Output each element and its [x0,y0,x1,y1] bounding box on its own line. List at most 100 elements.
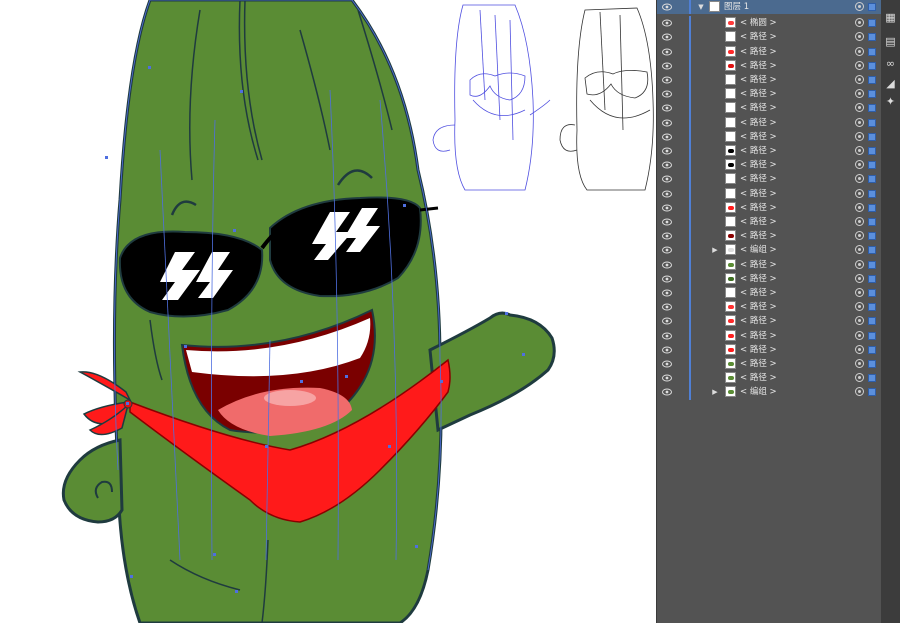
target-circle-icon[interactable] [855,231,864,241]
selection-indicator[interactable] [868,317,876,326]
magic-wand-icon[interactable]: ✦ [883,94,898,109]
layer-row[interactable]: < 路径 > [657,257,882,272]
selection-indicator[interactable] [868,388,876,397]
layer-row[interactable]: < 路径 > [657,144,882,159]
layer-row[interactable]: < 路径 > [657,158,882,173]
selection-indicator[interactable] [868,175,876,184]
visibility-eye-icon[interactable] [662,104,672,112]
target-circle-icon[interactable] [855,217,864,226]
layers-icon[interactable]: ▤ [883,34,898,49]
selection-indicator[interactable] [868,118,876,127]
selection-indicator[interactable] [868,289,876,297]
target-circle-icon[interactable] [855,344,864,354]
layer-row[interactable]: < 路径 > [657,314,882,329]
visibility-eye-icon[interactable] [662,3,672,11]
selection-indicator[interactable] [868,90,876,99]
visibility-eye-icon[interactable] [662,232,672,240]
target-circle-icon[interactable] [855,245,864,255]
visibility-eye-icon[interactable] [662,346,672,354]
selection-indicator[interactable] [868,104,876,113]
target-circle-icon[interactable] [855,75,864,84]
visibility-eye-icon[interactable] [662,374,672,382]
layer-row-root[interactable]: ▼ 图层 1 [657,0,882,15]
layer-row[interactable]: < 路径 > [657,44,882,59]
target-circle-icon[interactable] [855,60,864,70]
visibility-eye-icon[interactable] [662,76,672,84]
left-arm[interactable] [61,438,124,524]
selection-indicator[interactable] [868,19,876,28]
target-circle-icon[interactable] [855,359,864,368]
layer-row[interactable]: < 路径 > [657,328,882,343]
visibility-eye-icon[interactable] [662,204,672,212]
layer-row[interactable]: < 路径 > [657,129,882,144]
layer-row[interactable]: < 路径 > [657,286,882,301]
target-circle-icon[interactable] [855,387,864,397]
target-circle-icon[interactable] [855,202,864,212]
selection-indicator[interactable] [868,61,876,70]
selection-indicator[interactable] [868,360,876,368]
visibility-eye-icon[interactable] [662,246,672,254]
selection-indicator[interactable] [868,76,876,84]
selection-indicator[interactable] [868,203,876,212]
target-circle-icon[interactable] [855,103,864,113]
selection-indicator[interactable] [868,33,876,42]
target-circle-icon[interactable] [855,288,864,297]
visibility-eye-icon[interactable] [662,303,672,311]
layer-row[interactable]: < 路径 > [657,300,882,315]
cube-icon[interactable]: ▦ [883,10,898,25]
selection-indicator[interactable] [868,161,876,170]
target-circle-icon[interactable] [855,117,864,127]
target-circle-icon[interactable] [855,188,864,198]
layer-row[interactable]: ▶ < 编组 > [657,385,882,400]
visibility-eye-icon[interactable] [662,317,672,325]
visibility-eye-icon[interactable] [662,218,672,226]
layer-row[interactable]: < 路径 > [657,115,882,130]
visibility-eye-icon[interactable] [662,175,672,183]
target-circle-icon[interactable] [855,330,864,340]
target-circle-icon[interactable] [855,160,864,170]
layer-row[interactable]: < 路径 > [657,101,882,116]
target-circle-icon[interactable] [855,89,864,99]
visibility-eye-icon[interactable] [662,133,672,141]
target-circle-icon[interactable] [855,316,864,326]
selection-indicator[interactable] [868,147,876,155]
layer-row[interactable]: < 路径 > [657,342,882,357]
visibility-eye-icon[interactable] [662,147,672,155]
selection-indicator[interactable] [868,260,876,269]
selection-indicator[interactable] [868,246,876,255]
chevron-down-icon[interactable]: ▼ [697,3,705,11]
visibility-eye-icon[interactable] [662,62,672,70]
selection-indicator[interactable] [868,218,876,226]
visibility-eye-icon[interactable] [662,388,672,396]
layer-row[interactable]: < 路径 > [657,215,882,230]
visibility-eye-icon[interactable] [662,90,672,98]
selection-indicator[interactable] [868,345,876,354]
visibility-eye-icon[interactable] [662,119,672,127]
visibility-eye-icon[interactable] [662,161,672,169]
target-circle-icon[interactable] [855,2,864,11]
visibility-eye-icon[interactable] [662,190,672,198]
selection-indicator[interactable] [868,331,876,340]
visibility-eye-icon[interactable] [662,33,672,41]
target-circle-icon[interactable] [855,131,864,141]
target-circle-icon[interactable] [855,273,864,283]
layers-panel[interactable]: ▼ 图层 1 < 椭圆 > < 路径 > < 路径 > < 路径 > < 路径 > < 路… [656,0,882,623]
visibility-eye-icon[interactable] [662,289,672,297]
layer-row[interactable]: < 路径 > [657,73,882,88]
target-circle-icon[interactable] [855,18,864,28]
artboard-icon[interactable]: ◢ [883,76,898,91]
visibility-eye-icon[interactable] [662,48,672,56]
visibility-eye-icon[interactable] [662,360,672,368]
target-circle-icon[interactable] [855,46,864,56]
layer-row[interactable]: < 路径 > [657,30,882,45]
selection-indicator[interactable] [868,274,876,283]
chevron-right-icon[interactable]: ▶ [711,388,719,396]
layer-row[interactable]: < 路径 > [657,172,882,187]
target-circle-icon[interactable] [855,174,864,184]
target-circle-icon[interactable] [855,302,864,312]
links-icon[interactable]: ∞ [883,56,898,71]
target-circle-icon[interactable] [855,259,864,269]
layer-row[interactable]: < 路径 > [657,229,882,244]
target-circle-icon[interactable] [855,373,864,383]
visibility-eye-icon[interactable] [662,19,672,27]
